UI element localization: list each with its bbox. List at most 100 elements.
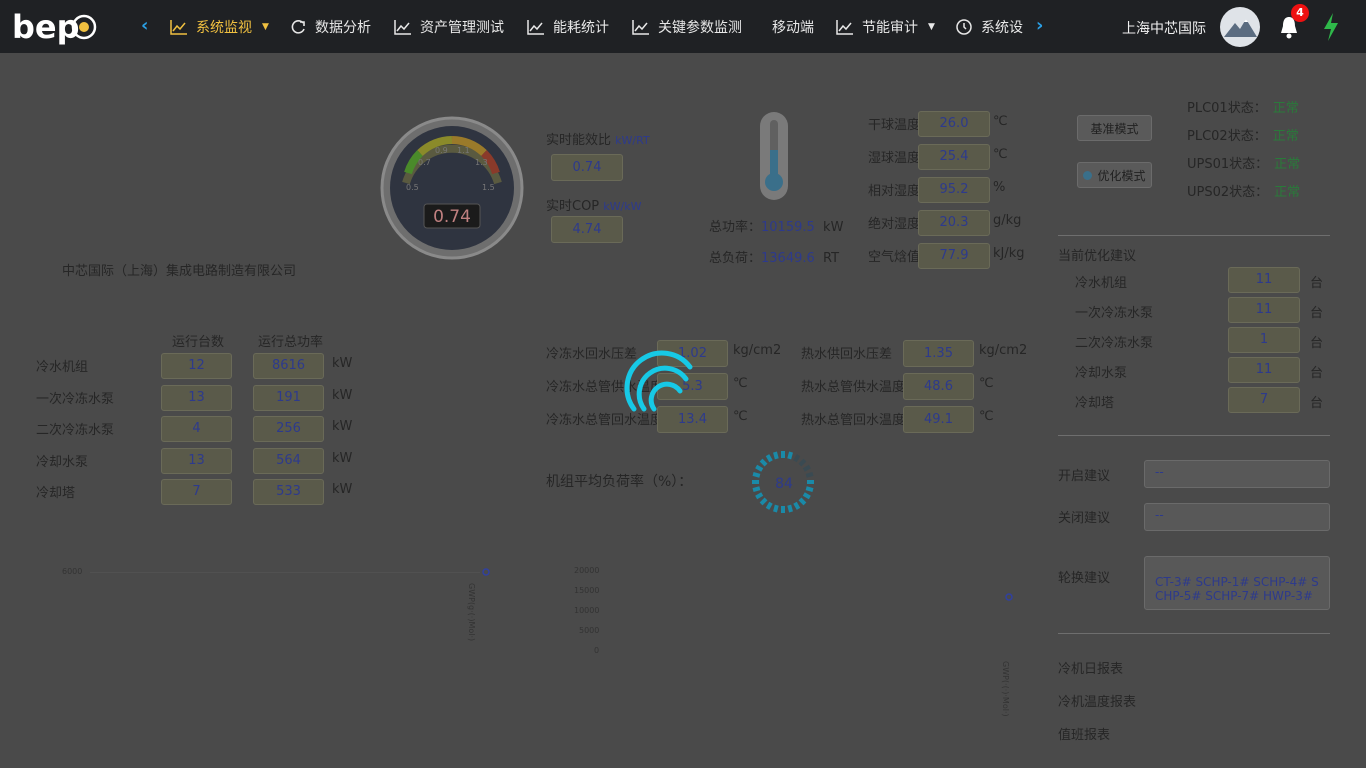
- plc-status-row: PLC01状态： 正常: [1187, 97, 1299, 116]
- nav-item-asset-management[interactable]: 资产管理测试: [394, 17, 504, 37]
- col-running-power: 运行总功率: [258, 335, 324, 350]
- rt-efficiency-label: 实时能效比 kW/RT: [546, 133, 650, 148]
- nav-label: 能耗统计: [553, 20, 609, 36]
- chart-line-icon: [836, 20, 853, 35]
- equipment-name: 一次冷冻水泵: [36, 391, 115, 407]
- gauge-value: 0.74: [433, 207, 471, 227]
- plc-status-value: 正常: [1274, 185, 1301, 200]
- pipe-value: 1.35: [903, 340, 974, 367]
- ring-segment: [805, 472, 814, 478]
- report-link[interactable]: 冷机温度报表: [1058, 691, 1136, 710]
- nav-next-icon[interactable]: ›: [1036, 15, 1043, 36]
- ring-segment: [752, 486, 761, 492]
- col-running-count: 运行台数: [172, 335, 225, 350]
- mini-chart-tick: 5000: [579, 626, 600, 635]
- weather-label: 相对湿度: [868, 184, 921, 199]
- gauge-tick: 1.3: [475, 158, 488, 167]
- suggestion-name: 一次冷冻水泵: [1075, 306, 1154, 321]
- equipment-name: 二次冷冻水泵: [36, 423, 115, 438]
- mini-chart-ylabel: GWP(g·(·)Mol·): [467, 583, 476, 642]
- thermometer-icon: [760, 112, 788, 200]
- equipment-unit: kW: [332, 482, 353, 497]
- nav-item-energy-audit[interactable]: 节能审计 ▼: [836, 17, 935, 37]
- suggestion-value: 1: [1228, 327, 1300, 353]
- chart-point: [1005, 593, 1013, 601]
- mini-chart-right-ylabel: GWP(·(·)·Mol·): [1001, 661, 1010, 717]
- nav-item-energy-stats[interactable]: 能耗统计: [527, 17, 609, 37]
- nav-item-data-analysis[interactable]: 数据分析: [289, 17, 371, 37]
- app-logo[interactable]: bep: [12, 8, 102, 46]
- caret-down-icon: ▼: [262, 22, 269, 32]
- bolt-icon[interactable]: [1322, 12, 1340, 42]
- ring-segment: [802, 492, 811, 500]
- weather-value: 77.9: [918, 243, 990, 269]
- base-mode-button[interactable]: 基准模式: [1077, 115, 1152, 141]
- weather-unit: ℃: [993, 114, 1008, 129]
- nav-item-system-settings[interactable]: 系统设: [955, 17, 1023, 37]
- chart-line-icon: [527, 20, 544, 35]
- nav-label: 系统设: [981, 20, 1023, 36]
- top-navigation: bep ‹ 系统监视 ▼ 数据分析 资产管理测试 能耗统计 关键参数监测 移动端 …: [0, 0, 1366, 53]
- avg-load-ring: 84: [752, 451, 814, 513]
- chart-line-icon: [170, 20, 187, 35]
- weather-value: 25.4: [918, 144, 990, 170]
- ring-segment: [802, 464, 811, 472]
- nav-label: 数据分析: [315, 20, 371, 36]
- mini-chart-tick: 0: [594, 646, 600, 655]
- total-load-row: 总负荷：13649.6 RT: [709, 251, 840, 266]
- equipment-unit: kW: [332, 387, 353, 403]
- suggestion-name: 冷却塔: [1075, 396, 1115, 411]
- close-advice-field[interactable]: --: [1144, 503, 1330, 531]
- radio-dot-icon: [1083, 170, 1093, 180]
- rotate-advice-field[interactable]: CT-3# SCHP-1# SCHP-4# SCHP-5# SCHP-7# HW…: [1144, 556, 1330, 610]
- notification-badge: 4: [1291, 4, 1309, 22]
- refresh-icon: [291, 20, 305, 34]
- nav-item-key-params[interactable]: 关键参数监测: [632, 17, 742, 37]
- equipment-count: 7: [161, 479, 232, 505]
- nav-prev-icon[interactable]: ‹: [141, 15, 148, 36]
- suggestion-value: 11: [1228, 267, 1300, 293]
- ring-segment: [793, 501, 801, 510]
- ring-segment: [752, 472, 761, 478]
- weather-unit: kJ/kg: [993, 246, 1025, 261]
- pipe-unit: ℃: [979, 376, 994, 391]
- company-name: 中芯国际（上海）集成电路制造有限公司: [62, 264, 297, 279]
- weather-label: 空气焓值: [868, 250, 921, 265]
- mini-chart-tick: 20000: [574, 566, 600, 575]
- caret-down-icon: ▼: [928, 22, 935, 32]
- equipment-unit: kW: [332, 356, 353, 371]
- equipment-power: 191: [253, 384, 324, 411]
- suggestion-unit: 台: [1310, 276, 1324, 291]
- gauge-tick: 0.9: [435, 146, 448, 155]
- mini-chart-tick: 15000: [574, 586, 600, 595]
- equipment-name: 冷却水泵: [36, 454, 89, 470]
- avg-load-value: 84: [775, 476, 793, 492]
- gauge-tick: 1.5: [482, 183, 495, 192]
- efficiency-gauge: 0.5 0.7 0.9 1.1 1.3 1.5 0.74: [380, 116, 524, 260]
- weather-value: 95.2: [918, 177, 990, 203]
- suggestion-unit: 台: [1310, 396, 1324, 411]
- mini-chart-tick: 6000: [62, 567, 83, 576]
- mini-chart-tick: 10000: [574, 606, 600, 615]
- ring-segment: [805, 486, 814, 492]
- avatar[interactable]: [1220, 7, 1260, 47]
- open-advice-field[interactable]: --: [1144, 460, 1330, 488]
- weather-unit: %: [993, 180, 1006, 195]
- optimized-mode-button[interactable]: 优化模式: [1077, 162, 1152, 188]
- ring-segment: [755, 464, 764, 472]
- plc-status-label: UPS01状态：: [1187, 157, 1269, 172]
- pipe-value: 49.1: [903, 406, 974, 433]
- report-link[interactable]: 冷机日报表: [1058, 658, 1123, 677]
- nav-label: 节能审计: [862, 20, 918, 36]
- suggestion-unit: 台: [1310, 366, 1324, 381]
- equipment-name: 冷却塔: [36, 486, 76, 501]
- weather-unit: ℃: [993, 147, 1008, 162]
- pipe-value: 48.6: [903, 373, 974, 400]
- user-org-name[interactable]: 上海中芯国际: [1122, 18, 1206, 38]
- nav-item-mobile[interactable]: 移动端: [772, 17, 814, 37]
- report-link[interactable]: 值班报表: [1058, 724, 1110, 743]
- plc-status-value: 正常: [1272, 101, 1299, 116]
- equipment-count: 12: [161, 353, 232, 379]
- nav-label: 关键参数监测: [658, 20, 742, 36]
- nav-item-system-monitor[interactable]: 系统监视 ▼: [170, 17, 269, 37]
